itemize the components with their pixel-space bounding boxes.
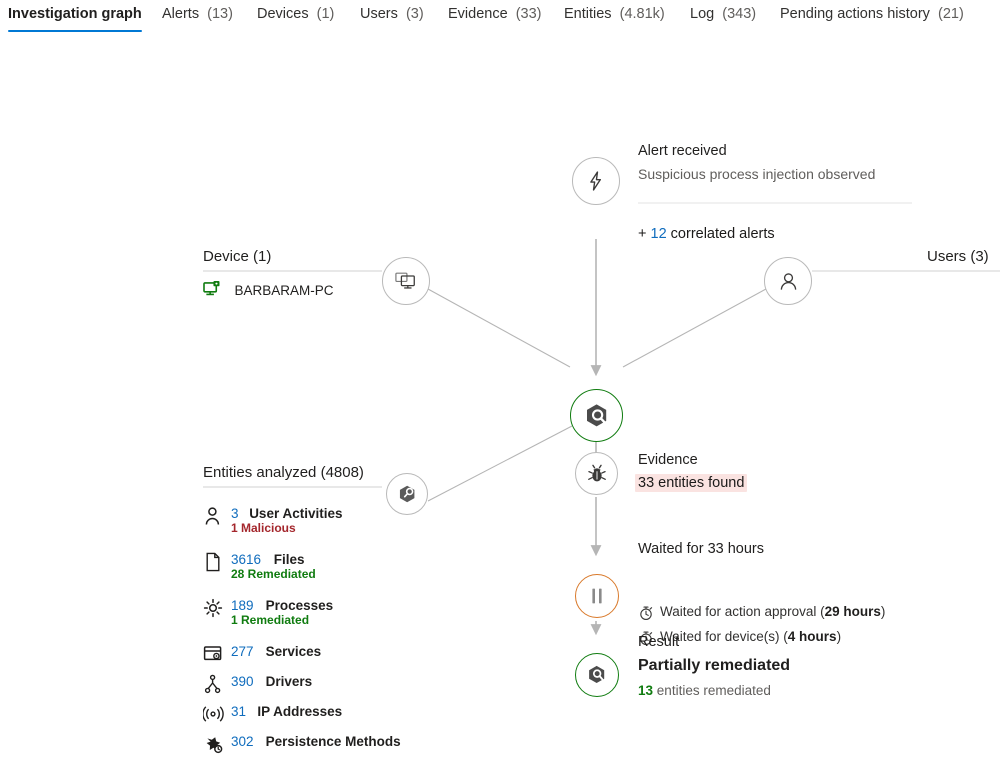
device-header: Device (1) [203, 248, 272, 265]
pause-icon [592, 588, 602, 604]
tab-label: Log [690, 6, 715, 22]
drivers-icon [203, 674, 225, 694]
file-icon [203, 552, 225, 572]
graph-edges [203, 202, 1000, 636]
waited-devices-label: Waited for device(s) ( [660, 629, 788, 644]
waited-approval-text: Waited for action approval (29 hours) [660, 604, 885, 619]
user-icon [780, 272, 796, 290]
evidence-title: Evidence [638, 452, 698, 468]
tab-label: Investigation graph [8, 6, 142, 22]
result-node[interactable] [575, 653, 619, 697]
evidence-found: 33 entities found [635, 474, 748, 492]
evidence-found-text: 33 entities found [635, 474, 748, 492]
entities-node[interactable] [386, 473, 428, 515]
services-icon [203, 644, 225, 664]
entity-label: User Activities [249, 506, 343, 521]
user-icon [203, 506, 225, 526]
tab-users[interactable]: Users (3) [360, 4, 424, 24]
bug-icon [587, 464, 606, 481]
waited-approval-tail: ) [880, 604, 886, 619]
entity-label: Drivers [265, 674, 313, 689]
entity-label: Files [273, 552, 305, 567]
result-status: Partially remediated [638, 657, 791, 674]
waited-node[interactable] [575, 574, 619, 618]
tab-entities[interactable]: Entities (4.81k) [564, 4, 665, 24]
tab-count: (13) [207, 6, 233, 22]
entity-count[interactable]: 302 [231, 734, 254, 749]
tab-bar: Investigation graph Alerts (13) Devices (1… [0, 0, 1000, 33]
entity-status: 1 Remediated [231, 613, 310, 627]
persistence-icon [203, 734, 225, 754]
device-machine-name[interactable]: BARBARAM-PC [234, 283, 333, 298]
entity-label: Processes [265, 598, 334, 613]
users-header: Users (3) [927, 248, 989, 265]
correlated-alerts[interactable]: + 12 correlated alerts [638, 226, 775, 242]
waited-devices-tail: ) [836, 629, 842, 644]
result-title: Result [638, 634, 680, 650]
device-online-icon [203, 281, 220, 296]
device-node[interactable] [382, 257, 430, 305]
tab-alerts[interactable]: Alerts (13) [162, 4, 233, 24]
investigation-result-icon [589, 665, 605, 684]
waited-approval-duration: 29 hours [824, 604, 881, 619]
entity-label: Persistence Methods [265, 734, 401, 749]
tab-count: (1) [316, 6, 335, 22]
correlated-plus: + [638, 226, 647, 242]
tab-investigation-graph[interactable]: Investigation graph [8, 4, 142, 32]
tab-label: Alerts [162, 6, 200, 22]
users-node[interactable] [764, 257, 812, 305]
tab-evidence[interactable]: Evidence (33) [448, 4, 542, 24]
tab-count: (343) [722, 6, 757, 22]
result-remediated: 13 entities remediated [638, 683, 771, 698]
entity-count[interactable]: 31 [231, 704, 246, 719]
tab-label: Users [360, 6, 398, 22]
evidence-node[interactable] [575, 452, 618, 495]
tab-label: Pending actions history [780, 6, 930, 22]
entity-label: Services [265, 644, 322, 659]
entity-status: 28 Remediated [231, 567, 316, 581]
entity-label: IP Addresses [257, 704, 343, 719]
alert-subtitle: Suspicious process injection observed [638, 166, 876, 182]
device-machine-row[interactable]: BARBARAM-PC [203, 281, 333, 300]
tab-devices[interactable]: Devices (1) [257, 4, 334, 24]
correlated-label: correlated alerts [670, 226, 775, 242]
tab-label: Devices [257, 6, 309, 22]
entity-count[interactable]: 390 [231, 674, 254, 689]
entity-count[interactable]: 189 [231, 598, 254, 613]
waited-devices-text: Waited for device(s) (4 hours) [660, 629, 841, 644]
entity-count[interactable]: 3616 [231, 552, 261, 567]
waited-devices-duration: 4 hours [787, 629, 837, 644]
alert-node[interactable] [572, 157, 620, 205]
tab-label: Entities [564, 6, 612, 22]
correlated-count[interactable]: 12 [651, 226, 667, 242]
result-remediated-label: entities remediated [656, 683, 771, 698]
waited-approval-label: Waited for action approval ( [660, 604, 825, 619]
lightning-bolt-icon [590, 171, 601, 191]
waited-title: Waited for 33 hours [638, 541, 764, 557]
entity-status: 1 Malicious [231, 521, 296, 535]
tab-label: Evidence [448, 6, 508, 22]
investigation-hub-node[interactable] [570, 389, 623, 442]
entity-count[interactable]: 3 [231, 506, 239, 521]
alert-title: Alert received [638, 143, 727, 159]
tab-count: (4.81k) [619, 6, 665, 22]
ip-address-icon [202, 704, 225, 724]
tab-pending-actions-history[interactable]: Pending actions history (21) [780, 4, 964, 24]
tab-count: (21) [937, 6, 964, 22]
entity-count[interactable]: 277 [231, 644, 254, 659]
stopwatch-icon [640, 606, 653, 621]
tab-count: (33) [515, 6, 542, 22]
investigation-icon [586, 403, 606, 426]
gear-icon [203, 598, 225, 618]
devices-icon [395, 272, 415, 289]
tab-log[interactable]: Log (343) [690, 4, 756, 24]
tab-count: (3) [405, 6, 424, 22]
entities-panel-header: Entities analyzed (4808) [203, 464, 364, 481]
result-remediated-count: 13 [638, 683, 654, 698]
entities-icon [399, 485, 414, 502]
active-tab-underline [8, 29, 142, 32]
investigation-graph-canvas: Alert received Suspicious process inject… [0, 33, 1000, 756]
